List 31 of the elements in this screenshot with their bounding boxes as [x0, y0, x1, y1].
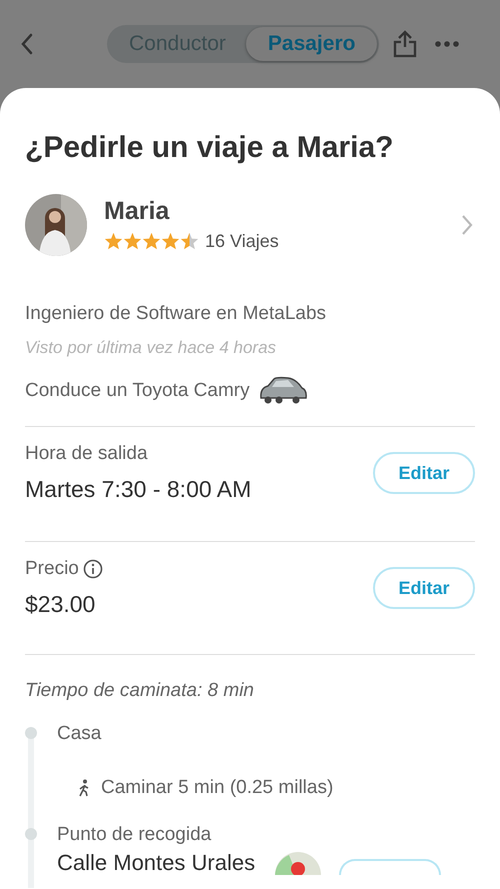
walk-time: Tiempo de caminata: 8 min — [25, 679, 255, 703]
job-title: Ingeniero de Software en MetaLabs — [25, 302, 328, 326]
driver-name[interactable]: Maria — [104, 196, 279, 226]
field-label: Precio — [25, 556, 79, 580]
back-icon[interactable] — [20, 33, 34, 55]
star-icon — [104, 232, 123, 250]
field-label: Hora de salida — [25, 442, 148, 466]
walking-person-icon — [77, 779, 91, 798]
info-icon[interactable] — [82, 558, 103, 579]
stop-label: Punto de recogida — [57, 822, 212, 846]
car-icon — [258, 376, 308, 406]
star-icon — [123, 232, 142, 250]
share-icon[interactable] — [393, 30, 418, 58]
field-value: $23.00 — [25, 590, 96, 619]
star-icon — [142, 232, 161, 250]
trip-count: 16 Viajes — [205, 230, 279, 253]
stop-label: Casa — [57, 722, 102, 746]
field-value: Martes 7:30 - 8:00 AM — [25, 475, 252, 504]
edit-button[interactable]: Editar — [373, 452, 475, 494]
last-seen: Visto por última vez hace 4 horas — [25, 336, 278, 358]
map-pin-icon — [275, 851, 322, 875]
star-icon — [180, 232, 199, 250]
stop-address: Calle Montes Urales — [57, 851, 256, 875]
segment-tab[interactable]: Pasajero — [246, 27, 378, 61]
walk-instruction: Caminar 5 min (0.25 millas) — [101, 776, 334, 800]
chevron-right-icon[interactable] — [461, 214, 473, 236]
more-icon[interactable] — [435, 41, 460, 47]
sheet-title: ¿Pedirle un viaje a Maria? — [25, 130, 394, 166]
edit-button[interactable]: Editar — [373, 567, 475, 609]
star-icon — [161, 232, 180, 250]
car-model: Conduce un Toyota Camry — [25, 378, 250, 403]
